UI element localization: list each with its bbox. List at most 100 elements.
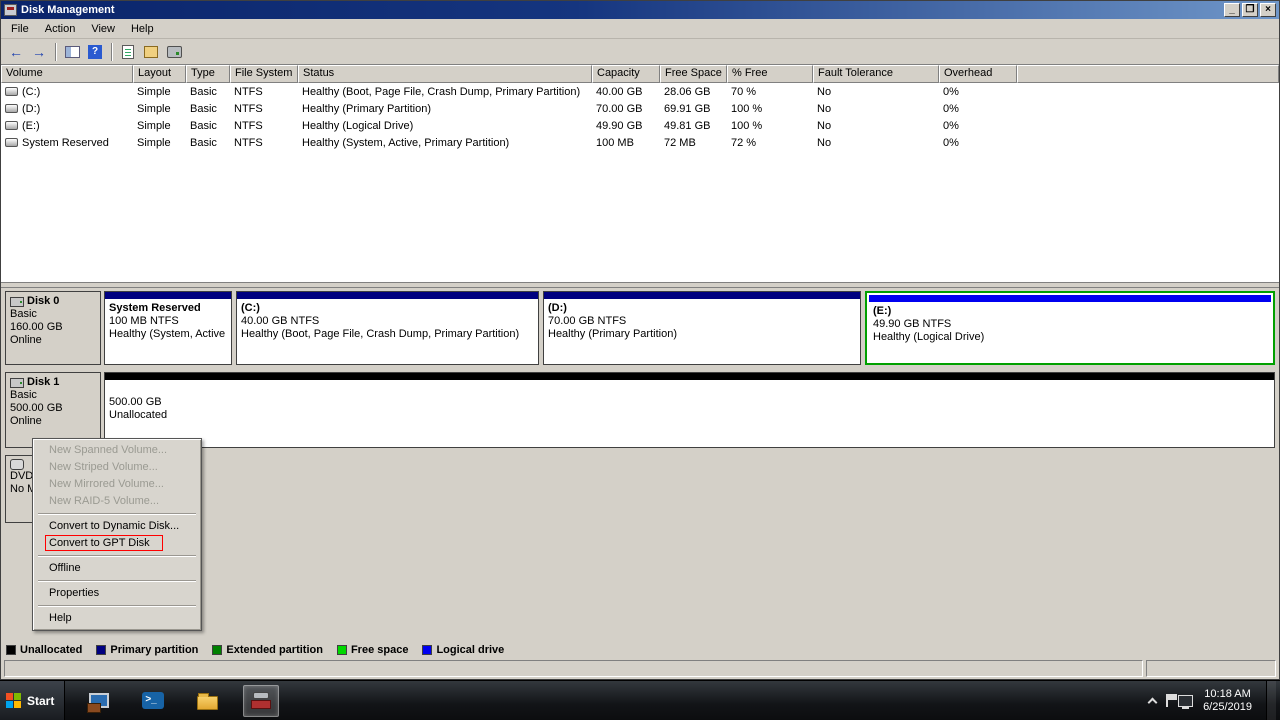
status-panel-main [4,660,1143,677]
primary-partition-color-strip [544,292,860,299]
volume-row-c[interactable]: (C:) Simple Basic NTFS Healthy (Boot, Pa… [1,83,1279,100]
partition-size: 100 MB NTFS [105,315,231,328]
powershell-icon[interactable]: >_ [135,685,171,717]
tray-date: 6/25/2019 [1203,701,1252,714]
legend-bar: Unallocated Primary partition Extended p… [1,641,1279,658]
menu-item-properties[interactable]: Properties [35,585,199,602]
help-icon[interactable]: ? [84,42,106,62]
network-icon[interactable] [1178,695,1193,707]
pct-free-cell: 100 % [727,103,813,115]
column-file-system[interactable]: File System [230,65,298,83]
partition-d[interactable]: (D:) 70.00 GB NTFS Healthy (Primary Part… [543,291,861,365]
primary-partition-color-strip [105,292,231,299]
close-button[interactable]: × [1260,3,1276,17]
refresh-icon[interactable] [117,42,139,62]
status-cell: Healthy (System, Active, Primary Partiti… [298,137,592,149]
type-cell: Basic [186,103,230,115]
type-cell: Basic [186,120,230,132]
menu-action[interactable]: Action [37,21,84,37]
console-tree-glyph [65,46,80,58]
rescan-disks-icon[interactable] [163,42,185,62]
properties-icon[interactable] [140,42,162,62]
show-desktop-button[interactable] [1266,681,1276,720]
column-layout[interactable]: Layout [133,65,186,83]
cd-rom-icon [10,459,24,470]
restore-button[interactable]: ❐ [1242,3,1258,17]
column-free-space[interactable]: Free Space [660,65,727,83]
menu-file[interactable]: File [3,21,37,37]
menu-item-new-striped-volume: New Striped Volume... [35,459,199,476]
column-pct-free[interactable]: % Free [727,65,813,83]
menu-help[interactable]: Help [123,21,162,37]
tray-clock[interactable]: 10:18 AM 6/25/2019 [1203,688,1252,714]
pct-free-cell: 72 % [727,137,813,149]
column-volume[interactable]: Volume [1,65,133,83]
legend-swatch [422,645,432,655]
capacity-cell: 100 MB [592,137,660,149]
volume-name: (C:) [22,86,40,98]
legend-swatch [337,645,347,655]
windows-logo-icon [6,693,22,709]
capacity-cell: 40.00 GB [592,86,660,98]
menu-separator [38,580,196,582]
volume-cell: (D:) [1,103,133,115]
menu-separator [38,605,196,607]
menu-item-convert-to-gpt-disk[interactable]: Convert to GPT Disk [35,535,199,552]
forward-arrow-glyph: → [32,44,46,60]
menu-item-help[interactable]: Help [35,610,199,627]
disk-management-taskbar-button[interactable] [243,685,279,717]
disk-kind: Basic [10,389,96,402]
volume-row-system-reserved[interactable]: System Reserved Simple Basic NTFS Health… [1,134,1279,151]
server-manager-icon[interactable] [81,685,117,717]
volume-name: (E:) [22,120,40,132]
disk-status: Online [10,334,96,347]
title-bar[interactable]: Disk Management _ ❐ × [1,1,1279,19]
start-button[interactable]: Start [0,681,65,720]
column-fault-tolerance[interactable]: Fault Tolerance [813,65,939,83]
tray-expand-chevron-icon[interactable] [1148,697,1158,707]
legend-swatch [96,645,106,655]
disk0-row: Disk 0 Basic 160.00 GB Online System Res… [5,291,1275,367]
legend-label: Extended partition [226,644,323,656]
column-filler [1017,65,1279,83]
column-capacity[interactable]: Capacity [592,65,660,83]
disk1-header[interactable]: Disk 1 Basic 500.00 GB Online [5,372,101,448]
refresh-glyph [122,45,134,59]
disk-size: 160.00 GB [10,321,96,334]
menu-bar: File Action View Help [1,19,1279,39]
capacity-cell: 49.90 GB [592,120,660,132]
back-icon[interactable]: ← [5,42,27,62]
unallocated-region[interactable]: 500.00 GB Unallocated [104,372,1275,448]
column-type[interactable]: Type [186,65,230,83]
menu-item-convert-to-dynamic-disk[interactable]: Convert to Dynamic Disk... [35,518,199,535]
status-panel-side [1146,660,1276,677]
pct-free-cell: 100 % [727,120,813,132]
minimize-button[interactable]: _ [1224,3,1240,17]
menu-view[interactable]: View [83,21,123,37]
forward-icon[interactable]: → [28,42,50,62]
volume-row-e[interactable]: (E:) Simple Basic NTFS Healthy (Logical … [1,117,1279,134]
partition-e-selected[interactable]: (E:) 49.90 GB NTFS Healthy (Logical Driv… [865,291,1275,365]
layout-cell: Simple [133,120,186,132]
volume-name: (D:) [22,103,40,115]
menu-item-offline[interactable]: Offline [35,560,199,577]
disk0-header[interactable]: Disk 0 Basic 160.00 GB Online [5,291,101,365]
file-explorer-icon[interactable] [189,685,225,717]
column-status[interactable]: Status [298,65,592,83]
fault-tolerance-cell: No [813,103,939,115]
volume-row-d[interactable]: (D:) Simple Basic NTFS Healthy (Primary … [1,100,1279,117]
partition-status: Healthy (Primary Partition) [544,328,860,341]
action-center-flag-icon[interactable] [1166,694,1168,707]
volume-cell: (C:) [1,86,133,98]
primary-partition-color-strip [237,292,538,299]
column-overhead[interactable]: Overhead [939,65,1017,83]
partition-system-reserved[interactable]: System Reserved 100 MB NTFS Healthy (Sys… [104,291,232,365]
type-cell: Basic [186,137,230,149]
start-label: Start [27,694,54,708]
partition-c[interactable]: (C:) 40.00 GB NTFS Healthy (Boot, Page F… [236,291,539,365]
disk-management-app-icon [4,4,17,16]
toolbar-separator [55,43,57,61]
show-console-tree-icon[interactable] [61,42,83,62]
free-space-cell: 69.91 GB [660,103,727,115]
partition-title: (C:) [237,299,538,315]
